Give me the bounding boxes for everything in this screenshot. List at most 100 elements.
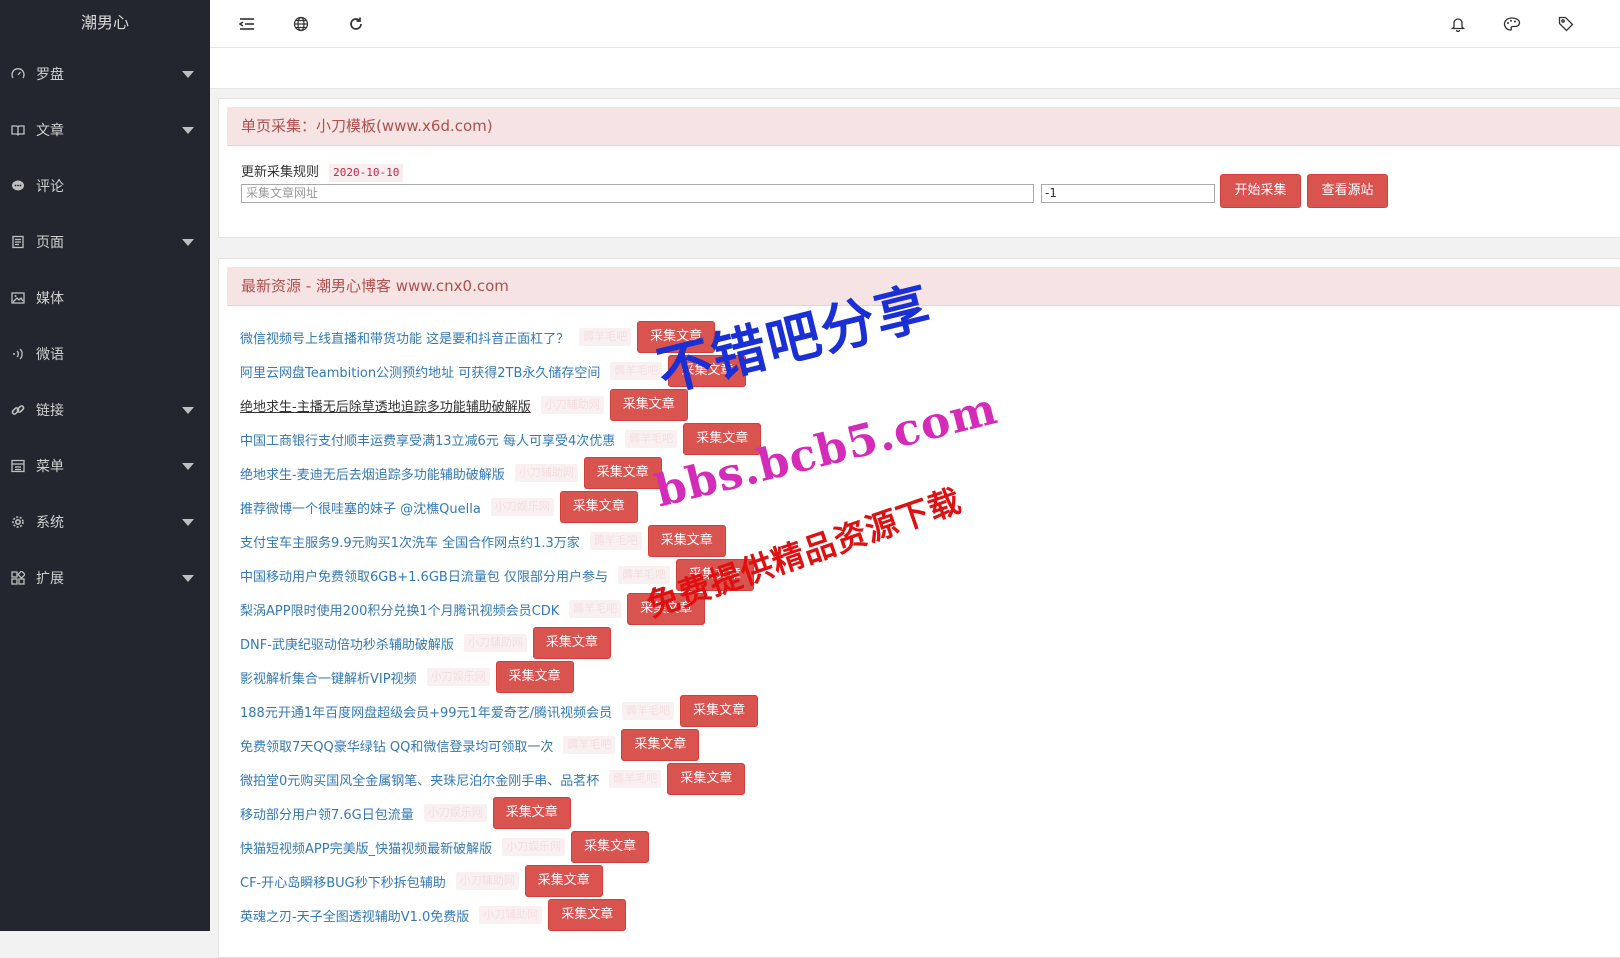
resource-row: 中国移动用户免费领取6GB+1.6GB日流量包 仅限部分用户参与 薅羊毛吧 采集文章 <box>240 558 761 592</box>
collect-article-button[interactable]: 采集文章 <box>532 627 611 659</box>
caret-down-icon[interactable] <box>182 463 194 470</box>
gear-icon <box>10 514 26 530</box>
resource-title-link[interactable]: 微拍堂0元购买国风全金属钢笔、夹珠尼泊尔金刚手串、品茗杯 <box>240 770 599 789</box>
caret-down-icon[interactable] <box>182 575 194 582</box>
sound-icon <box>10 346 26 362</box>
resource-source-tag: 小刀辅助网 <box>540 396 604 414</box>
resource-row: 阿里云网盘Teambition公测预约地址 可获得2TB永久储存空间 薅羊毛吧 采集… <box>240 354 761 388</box>
resource-row: 微拍堂0元购买国风全金属钢笔、夹珠尼泊尔金刚手串、品茗杯 薅羊毛吧 采集文章 <box>240 762 761 796</box>
resource-title-link[interactable]: 英魂之刃-天子全图透视辅助V1.0免费版 <box>240 906 469 925</box>
sidebar-item[interactable]: 罗盘 <box>0 46 210 102</box>
palette-icon[interactable] <box>1502 14 1522 34</box>
sidebar-item[interactable]: 文章 <box>0 102 210 158</box>
sidebar-item[interactable]: 页面 <box>0 214 210 270</box>
collect-article-button[interactable]: 采集文章 <box>675 559 754 591</box>
comment-icon <box>10 178 26 194</box>
resource-title-link[interactable]: 影视解析集合一键解析VIP视频 <box>240 668 417 687</box>
resource-title-link[interactable]: 快猫短视频APP完美版_快猫视频最新破解版 <box>240 838 492 857</box>
caret-down-icon[interactable] <box>182 127 194 134</box>
collect-article-button[interactable]: 采集文章 <box>583 457 662 489</box>
resource-row: 英魂之刃-天子全图透视辅助V1.0免费版 小刀辅助网 采集文章 <box>240 898 761 932</box>
resource-title-link[interactable]: 阿里云网盘Teambition公测预约地址 可获得2TB永久储存空间 <box>240 362 600 381</box>
collect-article-button[interactable]: 采集文章 <box>627 593 706 625</box>
resource-title-link[interactable]: DNF-武庚纪驱动倍功秒杀辅助破解版 <box>240 634 454 653</box>
collect-article-button[interactable]: 采集文章 <box>647 525 726 557</box>
page-icon <box>10 234 26 250</box>
resource-source-tag: 薅羊毛吧 <box>569 600 622 618</box>
sidebar-item-label: 评论 <box>36 179 64 195</box>
book-icon <box>10 122 26 138</box>
collect-article-button[interactable]: 采集文章 <box>492 797 571 829</box>
collect-panel: 单页采集：小刀模板(www.x6d.com) 更新采集规则 2020-10-10… <box>218 98 1620 238</box>
resource-panel-title: 最新资源 - 潮男心博客 www.cnx0.com <box>227 267 1620 306</box>
resource-row: 中国工商银行支付顺丰运费享受满13立减6元 每人可享受4次优惠 薅羊毛吧 采集文章 <box>240 422 762 456</box>
menu-icon <box>10 458 26 474</box>
collect-article-button[interactable]: 采集文章 <box>621 729 700 761</box>
resource-source-tag: 小刀辅助网 <box>463 634 527 652</box>
resource-title-link[interactable]: 中国移动用户免费领取6GB+1.6GB日流量包 仅限部分用户参与 <box>240 566 608 585</box>
start-collect-button[interactable]: 开始采集 <box>1220 174 1301 208</box>
sidebar-item-label: 媒体 <box>36 291 64 307</box>
sidebar-item[interactable]: 菜单 <box>0 438 210 494</box>
resource-title-link[interactable]: 移动部分用户领7.6G日包流量 <box>240 804 414 823</box>
sidebar-item[interactable]: 系统 <box>0 494 210 550</box>
dashboard-icon <box>10 66 26 82</box>
rule-label[interactable]: 更新采集规则 <box>241 165 319 180</box>
refresh-icon[interactable] <box>346 14 366 34</box>
sidebar-item[interactable]: 评论 <box>0 158 210 214</box>
collect-article-button[interactable]: 采集文章 <box>667 763 746 795</box>
resource-source-tag: 薅羊毛吧 <box>625 430 678 448</box>
brand-title[interactable]: 潮男心 <box>0 0 210 46</box>
resource-source-tag: 薅羊毛吧 <box>579 328 632 346</box>
resource-title-link[interactable]: 推荐微博一个很哇塞的妹子 @沈樵Quella <box>240 498 481 517</box>
collect-article-button[interactable]: 采集文章 <box>559 491 638 523</box>
resource-row: 188元开通1年百度网盘超级会员+99元1年爱奇艺/腾讯视频会员 薅羊毛吧 采集文章 <box>240 694 761 728</box>
resource-source-tag: 小刀娱乐网 <box>490 498 554 516</box>
caret-down-icon[interactable] <box>182 239 194 246</box>
page-number-input[interactable]: -1 <box>1041 184 1215 203</box>
collapse-menu-icon[interactable] <box>237 14 257 34</box>
collect-article-button[interactable]: 采集文章 <box>609 389 688 421</box>
sidebar-item[interactable]: 链接 <box>0 382 210 438</box>
resource-source-tag: 小刀娱乐网 <box>502 838 566 856</box>
collect-article-button[interactable]: 采集文章 <box>548 899 627 931</box>
sidebar-item[interactable]: 微语 <box>0 326 210 382</box>
resource-title-link[interactable]: 188元开通1年百度网盘超级会员+99元1年爱奇艺/腾讯视频会员 <box>240 702 612 721</box>
resource-source-tag: 小刀娱乐网 <box>423 804 487 822</box>
collect-article-button[interactable]: 采集文章 <box>495 661 574 693</box>
globe-icon[interactable] <box>291 14 311 34</box>
view-source-button[interactable]: 查看源站 <box>1307 174 1388 208</box>
collect-article-button[interactable]: 采集文章 <box>524 865 603 897</box>
sidebar-item-label: 文章 <box>36 123 64 139</box>
resource-title-link[interactable]: CF-开心岛瞬移BUG秒下秒拆包辅助 <box>240 872 446 891</box>
collect-article-button[interactable]: 采集文章 <box>637 321 716 353</box>
resource-title-link[interactable]: 绝地求生-主播无后除草透地追踪多功能辅助破解版 <box>240 396 531 415</box>
resource-title-link[interactable]: 梨涡APP限时使用200积分兑换1个月腾讯视频会员CDK <box>240 600 559 619</box>
bell-icon[interactable] <box>1448 14 1468 34</box>
collect-article-button[interactable]: 采集文章 <box>571 831 650 863</box>
resource-title-link[interactable]: 中国工商银行支付顺丰运费享受满13立减6元 每人可享受4次优惠 <box>240 430 615 449</box>
resource-row: 影视解析集合一键解析VIP视频 小刀娱乐网 采集文章 <box>240 660 761 694</box>
collect-article-button[interactable]: 采集文章 <box>680 695 759 727</box>
resource-title-link[interactable]: 免费领取7天QQ豪华绿钻 QQ和微信登录均可领取一次 <box>240 736 553 755</box>
url-input[interactable]: 采集文章网址 <box>241 184 1034 203</box>
resource-title-link[interactable]: 支付宝车主服务9.9元购买1次洗车 全国合作网点约1.3万家 <box>240 532 580 551</box>
resource-row: 微信视频号上线直播和带货功能 这是要和抖音正面杠了？ 薅羊毛吧 采集文章 <box>240 320 761 354</box>
caret-down-icon[interactable] <box>182 407 194 414</box>
sidebar-item[interactable]: 扩展 <box>0 550 210 606</box>
resource-source-tag: 小刀辅助网 <box>455 872 519 890</box>
caret-down-icon[interactable] <box>182 519 194 526</box>
resource-row: 快猫短视频APP完美版_快猫视频最新破解版 小刀娱乐网 采集文章 <box>240 830 761 864</box>
resource-title-link[interactable]: 微信视频号上线直播和带货功能 这是要和抖音正面杠了？ <box>240 328 569 347</box>
tag-icon[interactable] <box>1556 14 1576 34</box>
sidebar-nav: 罗盘文章评论页面媒体微语 链接菜单系统 扩展 <box>0 46 210 606</box>
sidebar-item-label: 菜单 <box>36 459 64 475</box>
resource-row: 支付宝车主服务9.9元购买1次洗车 全国合作网点约1.3万家 薅羊毛吧 采集文章 <box>240 524 761 558</box>
resource-source-tag: 薅羊毛吧 <box>589 532 642 550</box>
sidebar-item[interactable]: 媒体 <box>0 270 210 326</box>
collect-article-button[interactable]: 采集文章 <box>668 355 747 387</box>
collect-article-button[interactable]: 采集文章 <box>683 423 762 455</box>
caret-down-icon[interactable] <box>182 71 194 78</box>
resource-title-link[interactable]: 绝地求生-麦迪无后去烟追踪多功能辅助破解版 <box>240 464 505 483</box>
resource-source-tag: 薅羊毛吧 <box>563 736 616 754</box>
